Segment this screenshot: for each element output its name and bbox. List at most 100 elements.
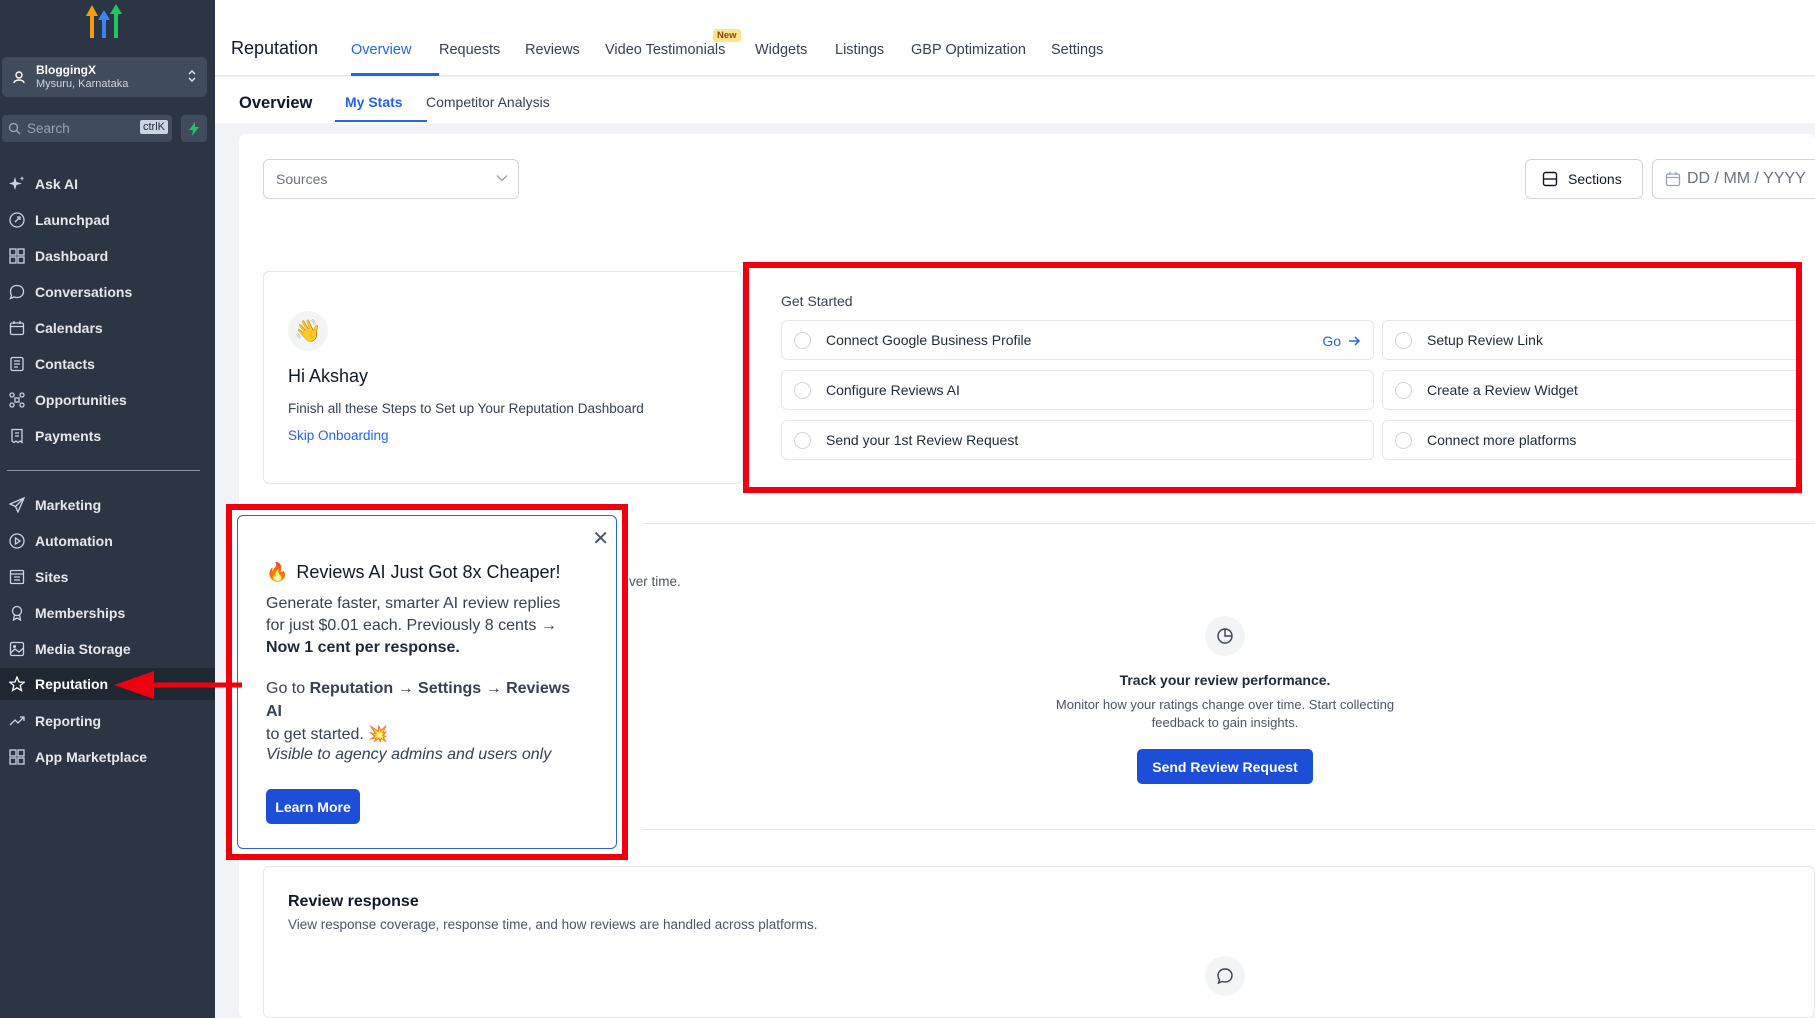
new-badge: New bbox=[713, 29, 741, 42]
tab-requests[interactable]: Requests bbox=[439, 42, 500, 58]
review-response-title: Review response bbox=[288, 893, 419, 910]
sidebar-item-calendars[interactable]: Calendars bbox=[0, 312, 215, 344]
sidebar-divider bbox=[7, 470, 200, 471]
tab-listings[interactable]: Listings bbox=[835, 42, 884, 58]
tab-video-testimonials[interactable]: Video Testimonials bbox=[605, 42, 725, 58]
sidebar-item-contacts[interactable]: Contacts bbox=[0, 348, 215, 380]
waving-hand-icon: 👋 bbox=[288, 311, 328, 351]
sidebar-item-label: Reporting bbox=[35, 713, 102, 729]
section-title: Overview bbox=[239, 94, 313, 112]
sidebar-item-label: Conversations bbox=[35, 284, 133, 300]
top-bar: Reputation Overview Requests Reviews Vid… bbox=[215, 0, 1815, 76]
send-review-request-button[interactable]: Send Review Request bbox=[1137, 749, 1313, 784]
sidebar-item-launchpad[interactable]: Launchpad bbox=[0, 204, 215, 236]
promo-steps: Go to Reputation → Settings → Reviews AI… bbox=[266, 677, 586, 746]
steps-settings: Settings bbox=[418, 680, 482, 697]
steps-prefix: Go to bbox=[266, 680, 310, 697]
calendar-icon bbox=[1665, 171, 1681, 187]
promo-title-text: Reviews AI Just Got 8x Cheaper! bbox=[296, 562, 561, 582]
sidebar-item-app-marketplace[interactable]: App Marketplace bbox=[0, 741, 215, 773]
greeting-subtitle: Finish all these Steps to Set up Your Re… bbox=[288, 401, 644, 416]
sections-button[interactable]: Sections bbox=[1525, 159, 1643, 199]
app-logo-icon[interactable] bbox=[80, 2, 128, 42]
promo-visibility-note: Visible to agency admins and users only bbox=[266, 746, 552, 763]
promo-body-bold: Now 1 cent per response. bbox=[266, 639, 460, 656]
layout-icon bbox=[1542, 171, 1558, 187]
sidebar-item-opportunities[interactable]: Opportunities bbox=[0, 384, 215, 416]
sidebar-item-label: Media Storage bbox=[35, 641, 131, 657]
pipeline-icon bbox=[8, 391, 26, 409]
steps-reputation: Reputation bbox=[309, 680, 394, 697]
sites-icon bbox=[8, 568, 26, 586]
red-arrow-icon bbox=[112, 665, 242, 705]
chat-bubble-icon bbox=[1205, 956, 1245, 996]
search-icon bbox=[8, 122, 21, 135]
rocket-icon bbox=[8, 211, 26, 229]
page-title: Reputation bbox=[231, 38, 319, 58]
tab-overview[interactable]: Overview bbox=[351, 42, 411, 58]
sources-placeholder: Sources bbox=[276, 171, 328, 187]
sidebar-item-ask-ai[interactable]: Ask AI bbox=[0, 168, 215, 200]
tab-widgets[interactable]: Widgets bbox=[755, 42, 807, 58]
arrow-right-icon: → bbox=[397, 680, 414, 697]
sidebar-item-reporting[interactable]: Reporting bbox=[0, 705, 215, 737]
sidebar-item-conversations[interactable]: Conversations bbox=[0, 276, 215, 308]
sidebar-item-label: Memberships bbox=[35, 605, 126, 621]
promo-body-line1: Generate faster, smarter AI review repli… bbox=[266, 595, 561, 612]
sidebar-item-label: Sites bbox=[35, 569, 69, 585]
sidebar-item-label: Contacts bbox=[35, 356, 95, 372]
review-response-description: View response coverage, response time, a… bbox=[288, 917, 818, 932]
sidebar-item-marketing[interactable]: Marketing bbox=[0, 489, 215, 521]
chevron-updown-icon bbox=[187, 68, 197, 84]
chevron-down-icon bbox=[496, 174, 508, 182]
pie-chart-icon bbox=[1205, 616, 1245, 656]
sidebar-item-dashboard[interactable]: Dashboard bbox=[0, 240, 215, 272]
close-icon[interactable]: ✕ bbox=[592, 526, 609, 551]
greeting-title: Hi Akshay bbox=[288, 366, 369, 386]
sidebar-item-label: Ask AI bbox=[35, 176, 79, 192]
sidebar-item-media-storage[interactable]: Media Storage bbox=[0, 633, 215, 665]
active-tab-indicator bbox=[351, 73, 439, 76]
sidebar-item-payments[interactable]: Payments bbox=[0, 420, 215, 452]
learn-more-button[interactable]: Learn More bbox=[266, 789, 360, 824]
sparkle-icon bbox=[8, 175, 26, 193]
sidebar-item-memberships[interactable]: Memberships bbox=[0, 597, 215, 629]
user-icon bbox=[12, 70, 26, 84]
membership-icon bbox=[8, 604, 26, 622]
sources-dropdown[interactable]: Sources bbox=[263, 159, 519, 199]
sidebar-item-sites[interactable]: Sites bbox=[0, 561, 215, 593]
quick-action-button[interactable] bbox=[181, 115, 207, 142]
lightning-icon bbox=[188, 121, 200, 136]
sidebar-item-label: Payments bbox=[35, 428, 102, 444]
account-switcher[interactable]: BloggingX Mysuru, Karnataka bbox=[2, 57, 207, 97]
receipt-icon bbox=[8, 427, 26, 445]
sidebar-item-label: Marketing bbox=[35, 497, 102, 513]
search-shortcut: ctrlK bbox=[140, 120, 168, 134]
tab-reviews[interactable]: Reviews bbox=[525, 42, 580, 58]
sidebar: BloggingX Mysuru, Karnataka Search ctrlK… bbox=[0, 0, 215, 1018]
sidebar-item-label: Dashboard bbox=[35, 248, 109, 264]
sidebar-item-label: Opportunities bbox=[35, 392, 127, 408]
sections-label: Sections bbox=[1568, 171, 1622, 187]
promo-popup-body: ✕ 🔥 Reviews AI Just Got 8x Cheaper! Gene… bbox=[237, 515, 617, 849]
search-input[interactable]: Search ctrlK bbox=[2, 115, 172, 142]
sidebar-item-label: Calendars bbox=[35, 320, 103, 336]
subtab-competitor-analysis[interactable]: Competitor Analysis bbox=[426, 94, 550, 110]
date-placeholder: DD / MM / YYYY bbox=[1687, 170, 1806, 187]
promo-title: 🔥 Reviews AI Just Got 8x Cheaper! bbox=[266, 562, 561, 583]
steps-suffix: to get started. bbox=[266, 726, 364, 743]
collision-icon: 💥 bbox=[368, 726, 389, 743]
highlight-box bbox=[743, 262, 1802, 493]
promo-body-line2: for just $0.01 each. Previously 8 cents … bbox=[266, 617, 557, 634]
calendar-icon bbox=[8, 319, 26, 337]
subtab-my-stats[interactable]: My Stats bbox=[345, 94, 403, 110]
skip-onboarding-link[interactable]: Skip Onboarding bbox=[288, 428, 389, 443]
trend-icon bbox=[8, 712, 26, 730]
image-icon bbox=[8, 640, 26, 658]
tab-gbp-optimization[interactable]: GBP Optimization bbox=[911, 42, 1026, 58]
sidebar-item-automation[interactable]: Automation bbox=[0, 525, 215, 557]
review-response-card: Review response View response coverage, … bbox=[263, 866, 1815, 1018]
tab-settings[interactable]: Settings bbox=[1051, 42, 1103, 58]
fire-icon: 🔥 bbox=[266, 562, 289, 582]
date-picker[interactable]: DD / MM / YYYY bbox=[1652, 159, 1815, 199]
